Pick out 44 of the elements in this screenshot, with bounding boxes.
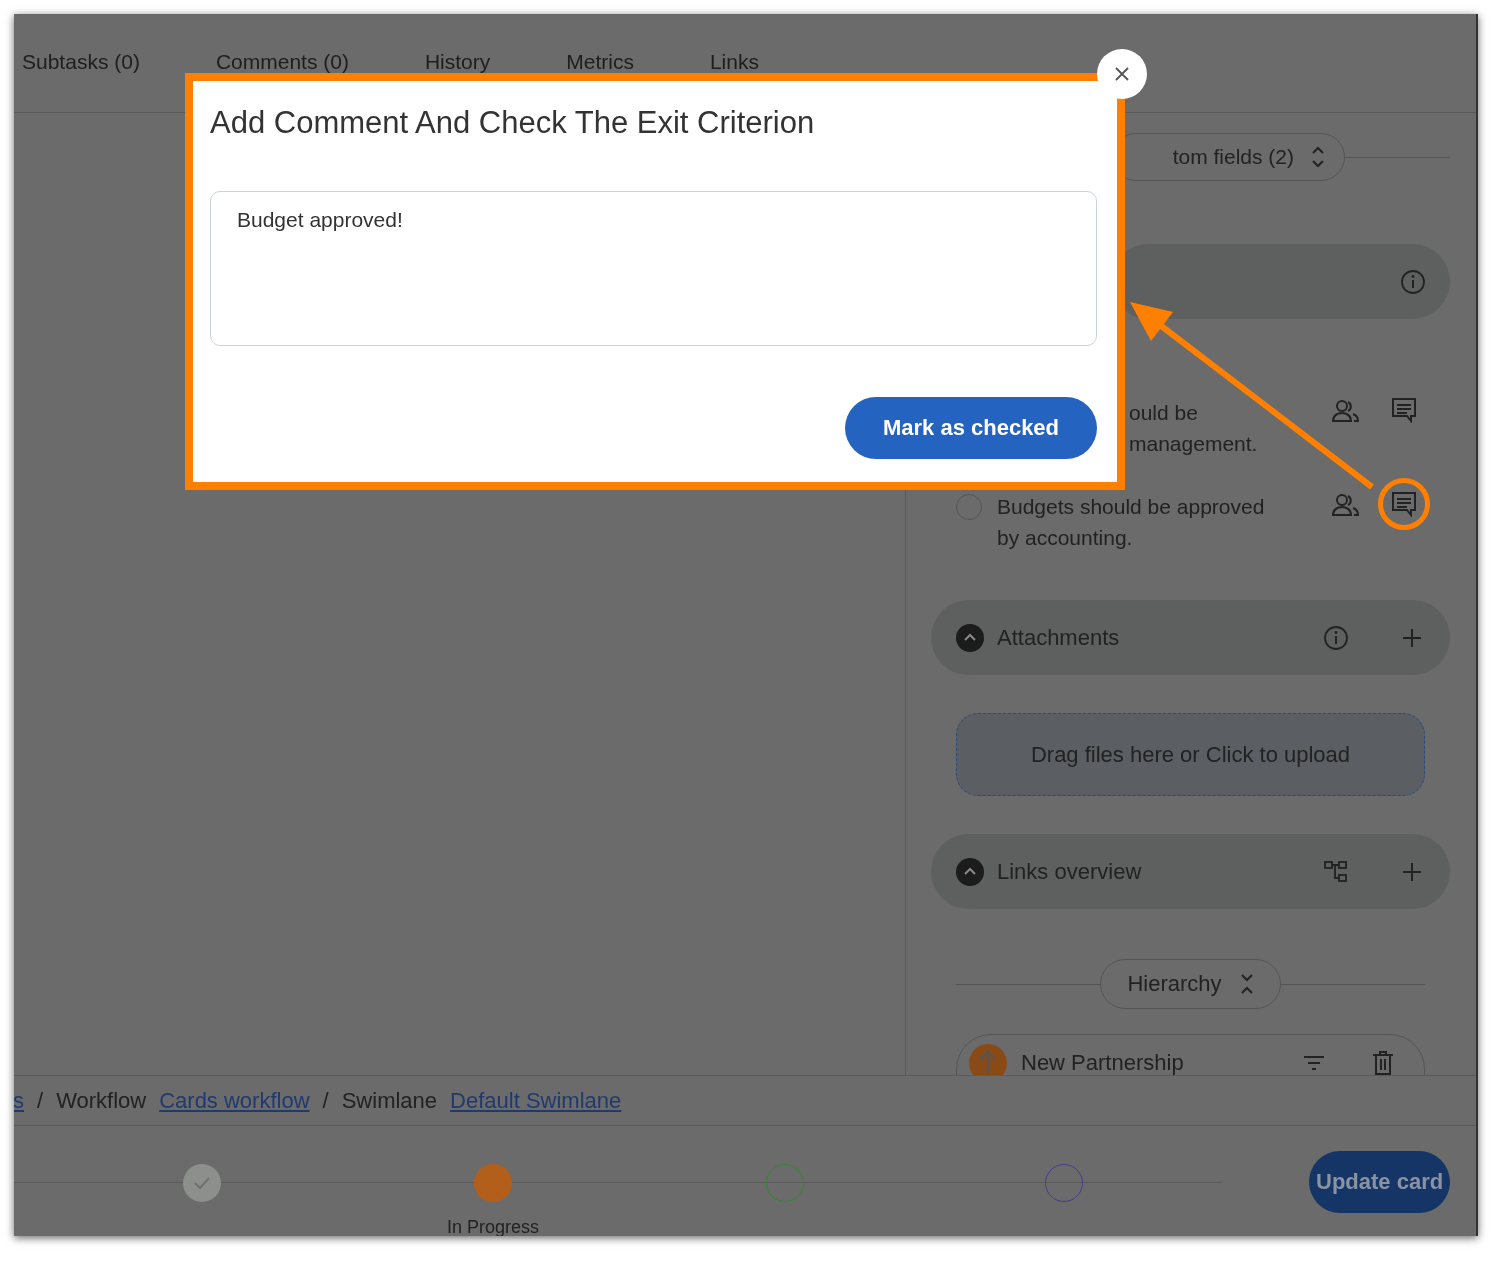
comment-icon[interactable] <box>1391 491 1417 517</box>
tab[interactable]: Links <box>709 50 759 74</box>
people-icon[interactable] <box>1332 493 1360 517</box>
info-icon[interactable] <box>1323 624 1349 651</box>
tab[interactable]: Metrics <box>566 50 634 74</box>
section-title: Attachments <box>997 624 1121 651</box>
criterion-text: Budgets should be approved by accounting. <box>997 494 1266 551</box>
plus-icon[interactable] <box>1402 627 1422 648</box>
breadcrumb-link[interactable]: Cards workflow <box>159 1087 310 1114</box>
breadcrumb-separator: / <box>322 1087 329 1114</box>
tab[interactable]: Comments (0) <box>215 50 349 74</box>
trash-icon[interactable] <box>1372 1051 1394 1075</box>
stage-current-marker[interactable] <box>474 1164 513 1202</box>
close-icon <box>1114 66 1130 82</box>
breadcrumb-separator: / <box>37 1087 44 1114</box>
hierarchy-card[interactable]: New Partnership <box>956 1034 1425 1075</box>
tab[interactable]: History <box>424 50 491 74</box>
breadcrumb-label: Workflow <box>56 1087 147 1114</box>
filter-icon[interactable] <box>1302 1053 1326 1073</box>
info-icon[interactable] <box>1400 268 1426 295</box>
breadcrumb-link[interactable]: s <box>14 1087 24 1114</box>
breadcrumb-label: Swimlane <box>341 1087 438 1114</box>
criterion-text: ould be management. <box>1129 400 1259 457</box>
stage-label: In Progress <box>447 1217 540 1236</box>
modal-title: Add Comment And Check The Exit Criterion <box>210 105 816 141</box>
tab[interactable]: Subtasks (0) <box>22 50 140 74</box>
collapse-icon[interactable] <box>956 857 984 886</box>
comment-field[interactable]: Budget approved! <box>210 191 1097 346</box>
people-icon[interactable] <box>1332 399 1360 423</box>
tree-icon[interactable] <box>1323 858 1349 885</box>
hierarchy-toggle[interactable]: Hierarchy <box>1100 959 1281 1009</box>
stage-done-marker[interactable] <box>182 1164 221 1202</box>
comment-icon[interactable] <box>1391 397 1417 423</box>
breadcrumb-link[interactable]: Default Swimlane <box>450 1087 622 1114</box>
mark-as-checked-button[interactable]: Mark as checked <box>845 397 1097 459</box>
update-card-button[interactable]: Update card <box>1309 1151 1450 1213</box>
card-title: New Partnership <box>1021 1050 1185 1075</box>
collapse-arrows-icon <box>1239 973 1254 995</box>
chevron-up-down-icon <box>1310 144 1326 170</box>
section-title: Links overview <box>997 858 1143 885</box>
collapse-icon[interactable] <box>956 623 984 652</box>
plus-icon[interactable] <box>1402 861 1422 882</box>
file-dropzone[interactable]: Drag files here or Click to upload <box>956 713 1425 796</box>
check-icon <box>192 1176 211 1190</box>
